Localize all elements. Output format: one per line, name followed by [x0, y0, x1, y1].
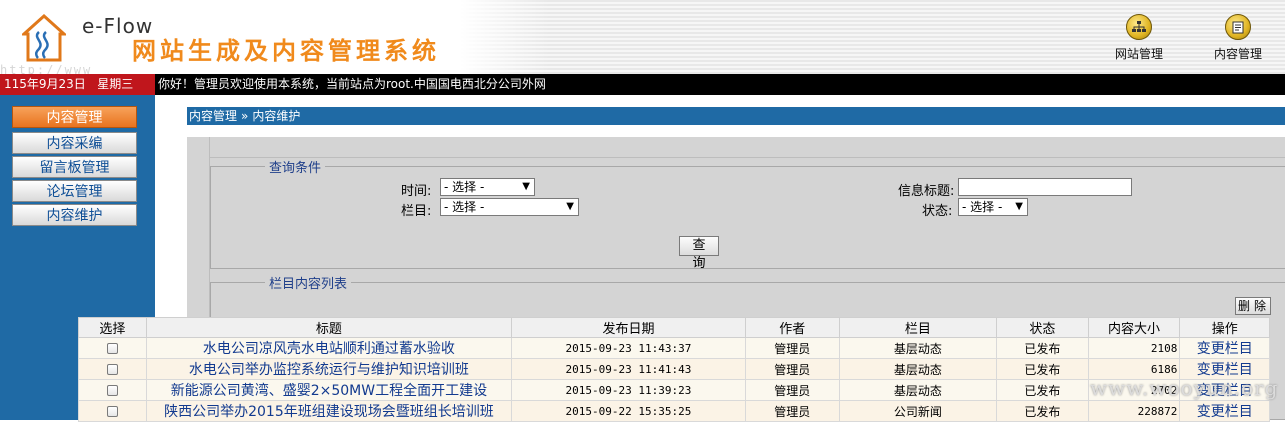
col-header-action: 操作: [1179, 317, 1270, 338]
row-date: 2015-09-22 15:35:25: [511, 400, 746, 422]
dropdown-arrow-icon: ▼: [522, 181, 530, 192]
time-label: 时间:: [401, 184, 432, 199]
list-legend: 栏目内容列表: [269, 277, 348, 292]
row-checkbox[interactable]: [106, 385, 118, 396]
nav-content-management[interactable]: 内容管理: [1203, 14, 1273, 62]
row-status: 已发布: [995, 379, 1089, 401]
table-row: 水电公司凉风壳水电站顺利通过蓄水验收 2015-09-23 11:43:37 管…: [78, 337, 1270, 359]
sidebar-item-guestbook[interactable]: 留言板管理: [12, 156, 137, 178]
row-author: 管理员: [744, 337, 840, 359]
column-label: 栏目:: [401, 204, 432, 219]
row-status: 已发布: [995, 358, 1089, 380]
row-title-link[interactable]: 新能源公司黄湾、盛婴2×50MW工程全面开工建设: [145, 379, 513, 401]
nav-site-label: 网站管理: [1114, 47, 1163, 61]
status-label: 状态:: [922, 204, 953, 219]
welcome-message: 你好！管理员欢迎使用本系统，当前站点为root.中国国电西北分公司外网: [158, 77, 546, 91]
col-header-date[interactable]: 发布日期: [511, 317, 746, 338]
column-select[interactable]: - 选择 - ▼: [440, 198, 579, 216]
status-select[interactable]: - 选择 - ▼: [958, 198, 1028, 216]
current-date: 115年9月23日: [4, 77, 86, 91]
current-weekday: 星期三: [97, 77, 134, 91]
content-table: 选择 标题 发布日期 作者 栏目 状态 内容大小 操作 水电公司凉风壳水电站顺利…: [78, 317, 1270, 422]
eflow-logo-icon: [22, 14, 66, 62]
title-label: 信息标题:: [898, 184, 955, 199]
column-select-value: - 选择 -: [444, 200, 485, 214]
row-size: 2108: [1087, 337, 1181, 359]
row-date: 2015-09-23 11:39:23: [511, 379, 746, 401]
query-legend: 查询条件: [269, 161, 322, 176]
row-status: 已发布: [995, 400, 1089, 422]
col-header-column[interactable]: 栏目: [838, 317, 997, 338]
header-url-fragment: http://www: [0, 63, 93, 74]
row-author: 管理员: [744, 379, 840, 401]
header: e-Flow 网站生成及内容管理系统 http://www 网站管理 内容管理: [0, 0, 1285, 74]
nav-content-label: 内容管理: [1213, 47, 1262, 61]
search-button[interactable]: 查询: [679, 236, 719, 271]
row-select-cell: [78, 379, 147, 401]
row-checkbox[interactable]: [106, 406, 118, 417]
sitemap-icon: [1126, 14, 1152, 40]
table-row: 陕西公司举办2015年班组建设现场会暨班组长培训班 2015-09-22 15:…: [78, 400, 1270, 422]
col-header-title[interactable]: 标题: [145, 317, 513, 338]
row-title-link[interactable]: 水电公司举办监控系统运行与维护知识培训班: [145, 358, 513, 380]
watermark-text: www.wooyun.org: [1090, 376, 1279, 400]
row-column: 基层动态: [838, 337, 997, 359]
col-header-author[interactable]: 作者: [744, 317, 840, 338]
sidebar-item-forum[interactable]: 论坛管理: [12, 180, 137, 202]
row-size: 228872: [1087, 400, 1181, 422]
breadcrumb-separator: »: [241, 109, 249, 123]
header-fade: [460, 0, 550, 74]
row-column: 公司新闻: [838, 400, 997, 422]
time-select[interactable]: - 选择 - ▼: [440, 178, 535, 196]
title-input[interactable]: [958, 178, 1132, 196]
col-header-select: 选择: [78, 317, 147, 338]
row-title-link[interactable]: 陕西公司举办2015年班组建设现场会暨班组长培训班: [145, 400, 513, 422]
query-fieldset: 查询条件: [210, 157, 1285, 269]
row-select-cell: [78, 400, 147, 422]
row-column: 基层动态: [838, 358, 997, 380]
row-checkbox[interactable]: [106, 364, 118, 375]
dropdown-arrow-icon: ▼: [566, 201, 574, 212]
sidebar-item-content-editing[interactable]: 内容采编: [12, 132, 137, 154]
delete-button[interactable]: 删除: [1235, 297, 1271, 315]
row-author: 管理员: [744, 358, 840, 380]
row-change-column-link[interactable]: 变更栏目: [1179, 400, 1270, 422]
system-title: 网站生成及内容管理系统: [132, 37, 440, 65]
status-bar: 115年9月23日 星期三 你好！管理员欢迎使用本系统，当前站点为root.中国…: [0, 74, 1285, 95]
row-select-cell: [78, 337, 147, 359]
col-header-size[interactable]: 内容大小: [1087, 317, 1181, 338]
breadcrumb-root[interactable]: 内容管理: [189, 109, 237, 123]
col-header-status[interactable]: 状态: [995, 317, 1089, 338]
nav-site-management[interactable]: 网站管理: [1104, 14, 1174, 62]
row-date: 2015-09-23 11:41:43: [511, 358, 746, 380]
row-status: 已发布: [995, 337, 1089, 359]
status-select-value: - 选择 -: [962, 200, 1003, 214]
row-change-column-link[interactable]: 变更栏目: [1179, 337, 1270, 359]
date-box: 115年9月23日 星期三: [0, 74, 155, 95]
breadcrumb-current: 内容维护: [252, 109, 301, 123]
document-icon: [1225, 14, 1251, 40]
time-select-value: - 选择 -: [444, 180, 485, 194]
row-checkbox[interactable]: [106, 343, 118, 354]
breadcrumb: 内容管理 » 内容维护: [187, 107, 1285, 125]
table-header-row: 选择 标题 发布日期 作者 栏目 状态 内容大小 操作: [78, 317, 1270, 338]
sidebar-item-content-maintenance[interactable]: 内容维护: [12, 204, 137, 226]
row-author: 管理员: [744, 400, 840, 422]
row-title-link[interactable]: 水电公司凉风壳水电站顺利通过蓄水验收: [145, 337, 513, 359]
sidebar-item-content-management[interactable]: 内容管理: [12, 106, 137, 128]
row-column: 基层动态: [838, 379, 997, 401]
dropdown-arrow-icon: ▼: [1015, 201, 1023, 212]
row-date: 2015-09-23 11:43:37: [511, 337, 746, 359]
row-select-cell: [78, 358, 147, 380]
